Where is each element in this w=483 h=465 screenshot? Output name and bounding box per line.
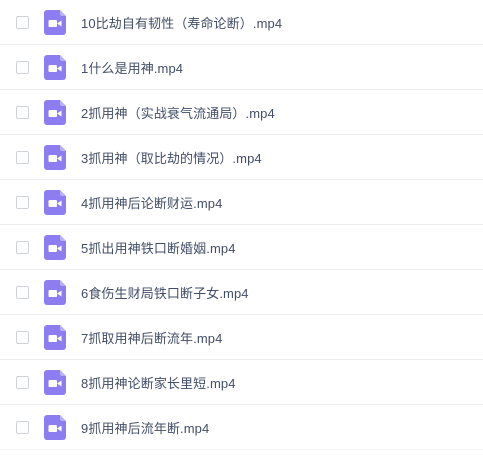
video-file-icon [44, 54, 66, 80]
file-row[interactable]: 5抓出用神铁口断婚姻.mp4 [0, 225, 483, 270]
file-name[interactable]: 1什么是用神.mp4 [81, 58, 183, 77]
file-name[interactable]: 6食伤生财局铁口断子女.mp4 [81, 283, 249, 302]
file-row[interactable]: 9抓用神后流年断.mp4 [0, 405, 483, 450]
file-name[interactable]: 9抓用神后流年断.mp4 [81, 418, 209, 437]
video-file-icon [44, 279, 66, 305]
video-file-icon [44, 99, 66, 125]
file-name[interactable]: 8抓用神论断家长里短.mp4 [81, 373, 236, 392]
row-checkbox[interactable] [16, 240, 29, 254]
file-row[interactable]: 10比劫自有韧性（寿命论断）.mp4 [0, 0, 483, 45]
row-checkbox[interactable] [16, 15, 29, 29]
video-file-icon [44, 414, 66, 440]
file-row[interactable]: 6食伤生财局铁口断子女.mp4 [0, 270, 483, 315]
file-row[interactable]: 3抓用神（取比劫的情况）.mp4 [0, 135, 483, 180]
file-name[interactable]: 5抓出用神铁口断婚姻.mp4 [81, 238, 236, 257]
video-file-icon [44, 324, 66, 350]
row-checkbox[interactable] [16, 60, 29, 74]
video-file-icon [44, 234, 66, 260]
row-checkbox[interactable] [16, 375, 29, 389]
row-checkbox[interactable] [16, 330, 29, 344]
file-row[interactable]: 4抓用神后论断财运.mp4 [0, 180, 483, 225]
file-name[interactable]: 3抓用神（取比劫的情况）.mp4 [81, 148, 262, 167]
row-checkbox[interactable] [16, 105, 29, 119]
row-checkbox[interactable] [16, 150, 29, 164]
file-name[interactable]: 7抓取用神后断流年.mp4 [81, 328, 222, 347]
file-row[interactable]: 2抓用神（实战衰气流通局）.mp4 [0, 90, 483, 135]
row-checkbox[interactable] [16, 285, 29, 299]
file-row[interactable]: 1什么是用神.mp4 [0, 45, 483, 90]
video-file-icon [44, 189, 66, 215]
file-row[interactable]: 7抓取用神后断流年.mp4 [0, 315, 483, 360]
video-file-icon [44, 144, 66, 170]
file-name[interactable]: 10比劫自有韧性（寿命论断）.mp4 [81, 13, 282, 32]
file-list: 10比劫自有韧性（寿命论断）.mp4 1什么是用神.mp4 2抓用神（实战衰气流… [0, 0, 483, 465]
video-file-icon [44, 369, 66, 395]
row-checkbox[interactable] [16, 195, 29, 209]
video-file-icon [44, 9, 66, 35]
file-row[interactable]: 8抓用神论断家长里短.mp4 [0, 360, 483, 405]
row-checkbox[interactable] [16, 420, 29, 434]
file-name[interactable]: 2抓用神（实战衰气流通局）.mp4 [81, 103, 275, 122]
file-name[interactable]: 4抓用神后论断财运.mp4 [81, 193, 222, 212]
